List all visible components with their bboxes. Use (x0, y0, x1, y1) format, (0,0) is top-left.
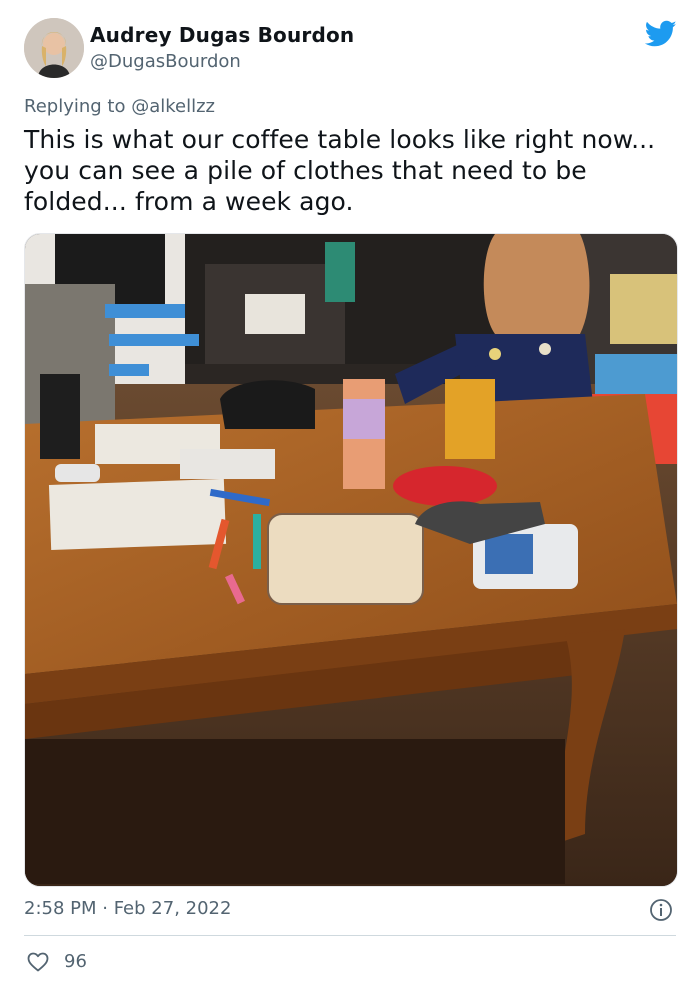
reply-to-link[interactable]: @alkellzz (131, 96, 215, 117)
tweet-photo-image (25, 234, 677, 886)
avatar[interactable] (24, 18, 84, 78)
reply-context: Replying to @alkellzz (24, 96, 215, 117)
author-name[interactable]: Audrey Dugas Bourdon (90, 23, 354, 47)
divider (24, 935, 676, 936)
info-icon[interactable] (649, 898, 673, 922)
heart-icon[interactable] (26, 950, 50, 974)
avatar-image (24, 18, 84, 78)
reply-prefix: Replying to (24, 96, 132, 117)
author-handle[interactable]: @DugasBourdon (90, 51, 241, 72)
tweet-text: This is what our coffee table looks like… (24, 125, 656, 216)
twitter-bird-icon[interactable] (645, 20, 677, 48)
tweet-photo[interactable] (24, 233, 678, 887)
like-count: 96 (64, 951, 87, 972)
tweet-timestamp[interactable]: 2:58 PM · Feb 27, 2022 (24, 898, 231, 919)
